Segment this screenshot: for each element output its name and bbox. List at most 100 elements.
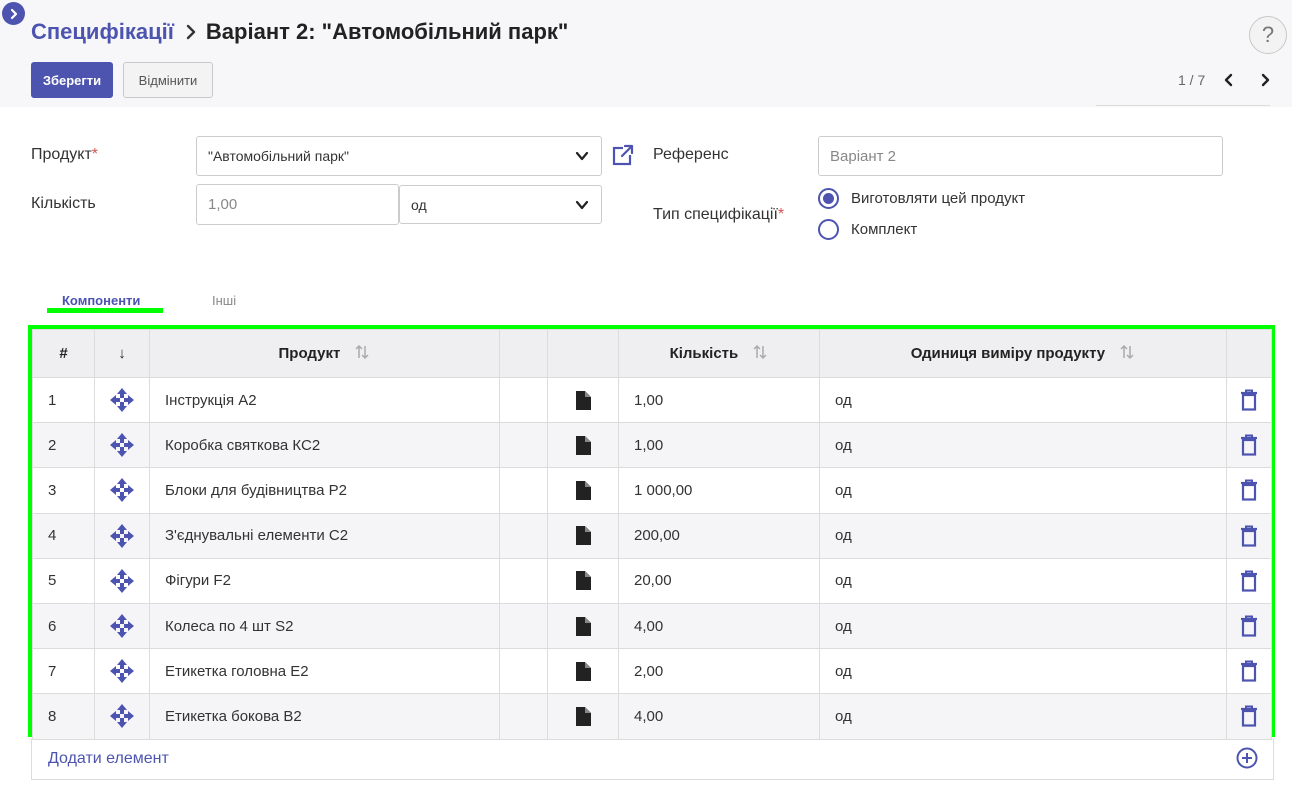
- document-icon[interactable]: [548, 649, 618, 693]
- save-button[interactable]: Зберегти: [31, 62, 113, 98]
- row-product[interactable]: Блоки для будівництва Р2: [149, 467, 500, 514]
- drag-handle-icon[interactable]: [95, 559, 149, 603]
- add-circle-icon[interactable]: [1236, 747, 1258, 769]
- row-product[interactable]: Інструкція А2: [149, 376, 500, 424]
- row-delete-cell[interactable]: [1226, 422, 1272, 469]
- drag-handle-icon[interactable]: [95, 378, 149, 422]
- trash-icon[interactable]: [1227, 604, 1271, 648]
- bom-type-radio-kit[interactable]: Комплект: [818, 219, 917, 240]
- row-uom[interactable]: од: [819, 693, 1227, 740]
- row-uom[interactable]: од: [819, 376, 1227, 424]
- drag-handle-icon[interactable]: [95, 649, 149, 693]
- pager-previous-button[interactable]: [1219, 70, 1239, 90]
- trash-icon[interactable]: [1227, 468, 1271, 512]
- product-select[interactable]: "Автомобільний парк": [196, 136, 602, 176]
- row-product[interactable]: Етикетка бокова В2: [149, 693, 500, 740]
- row-product[interactable]: Етикетка головна Е2: [149, 648, 500, 695]
- row-delete-cell[interactable]: [1226, 512, 1272, 559]
- row-drag-cell[interactable]: [94, 467, 150, 514]
- row-quantity[interactable]: 1 000,00: [618, 467, 820, 514]
- row-quantity[interactable]: 1,00: [618, 422, 820, 469]
- tab-components[interactable]: Компоненти: [62, 293, 140, 308]
- row-product[interactable]: Коробка святкова КС2: [149, 422, 500, 469]
- row-quantity[interactable]: 4,00: [618, 693, 820, 740]
- document-icon[interactable]: [548, 468, 618, 512]
- breadcrumb-parent-link[interactable]: Специфікації: [31, 19, 174, 45]
- row-drag-cell[interactable]: [94, 648, 150, 695]
- tab-other[interactable]: Інші: [212, 293, 236, 308]
- pager-next-button[interactable]: [1255, 70, 1275, 90]
- uom-select[interactable]: од: [399, 185, 602, 224]
- row-delete-cell[interactable]: [1226, 467, 1272, 514]
- trash-icon[interactable]: [1227, 694, 1271, 738]
- help-button[interactable]: ?: [1249, 16, 1287, 54]
- drag-handle-icon[interactable]: [95, 514, 149, 558]
- reference-input[interactable]: Варіант 2: [818, 136, 1223, 176]
- row-attachment-cell[interactable]: [547, 602, 619, 650]
- document-icon[interactable]: [548, 559, 618, 603]
- row-quantity[interactable]: 4,00: [618, 602, 820, 650]
- row-uom[interactable]: од: [819, 512, 1227, 559]
- drag-handle-icon[interactable]: [95, 604, 149, 648]
- sidebar-toggle-button[interactable]: [2, 2, 25, 25]
- drag-handle-icon[interactable]: [95, 423, 149, 467]
- row-delete-cell[interactable]: [1226, 693, 1272, 740]
- column-header-product[interactable]: Продукт: [149, 329, 500, 378]
- quantity-input[interactable]: 1,00: [196, 184, 399, 225]
- row-quantity[interactable]: 1,00: [618, 376, 820, 424]
- row-attachment-cell[interactable]: [547, 512, 619, 559]
- trash-icon[interactable]: [1227, 378, 1271, 422]
- document-icon[interactable]: [548, 378, 618, 422]
- column-header-uom[interactable]: Одиниця виміру продукту: [819, 329, 1227, 378]
- table-row[interactable]: 1 Інструкція А2 1,00 од: [32, 376, 1272, 424]
- trash-icon[interactable]: [1227, 514, 1271, 558]
- row-delete-cell[interactable]: [1226, 557, 1272, 604]
- row-drag-cell[interactable]: [94, 693, 150, 740]
- row-drag-cell[interactable]: [94, 602, 150, 650]
- row-attachment-cell[interactable]: [547, 557, 619, 604]
- row-delete-cell[interactable]: [1226, 376, 1272, 424]
- external-link-icon[interactable]: [612, 144, 634, 166]
- table-row[interactable]: 4 З'єднувальні елементи С2 200,00 од: [32, 512, 1272, 559]
- row-delete-cell[interactable]: [1226, 602, 1272, 650]
- row-delete-cell[interactable]: [1226, 648, 1272, 695]
- document-icon[interactable]: [548, 694, 618, 738]
- row-quantity[interactable]: 2,00: [618, 648, 820, 695]
- row-uom[interactable]: од: [819, 557, 1227, 604]
- row-quantity[interactable]: 200,00: [618, 512, 820, 559]
- column-header-quantity[interactable]: Кількість: [618, 329, 820, 378]
- table-row[interactable]: 2 Коробка святкова КС2 1,00 од: [32, 422, 1272, 469]
- bom-type-radio-manufacture[interactable]: Виготовляти цей продукт: [818, 188, 1025, 209]
- row-drag-cell[interactable]: [94, 422, 150, 469]
- row-attachment-cell[interactable]: [547, 467, 619, 514]
- drag-handle-icon[interactable]: [95, 694, 149, 738]
- add-element-link[interactable]: Додати елемент: [48, 750, 169, 768]
- row-attachment-cell[interactable]: [547, 422, 619, 469]
- row-product[interactable]: Колеса по 4 шт S2: [149, 602, 500, 650]
- trash-icon[interactable]: [1227, 649, 1271, 693]
- row-product[interactable]: З'єднувальні елементи С2: [149, 512, 500, 559]
- row-attachment-cell[interactable]: [547, 376, 619, 424]
- table-row[interactable]: 6 Колеса по 4 шт S2 4,00 од: [32, 602, 1272, 650]
- row-uom[interactable]: од: [819, 602, 1227, 650]
- table-row[interactable]: 5 Фігури F2 20,00 од: [32, 557, 1272, 604]
- drag-handle-icon[interactable]: [95, 468, 149, 512]
- trash-icon[interactable]: [1227, 423, 1271, 467]
- row-attachment-cell[interactable]: [547, 693, 619, 740]
- table-row[interactable]: 8 Етикетка бокова В2 4,00 од: [32, 693, 1272, 740]
- cancel-button[interactable]: Відмінити: [123, 62, 213, 98]
- row-product[interactable]: Фігури F2: [149, 557, 500, 604]
- row-drag-cell[interactable]: [94, 557, 150, 604]
- row-drag-cell[interactable]: [94, 376, 150, 424]
- document-icon[interactable]: [548, 514, 618, 558]
- row-uom[interactable]: од: [819, 422, 1227, 469]
- column-header-sequence[interactable]: ↓: [94, 329, 150, 378]
- table-row[interactable]: 7 Етикетка головна Е2 2,00 од: [32, 648, 1272, 695]
- row-uom[interactable]: од: [819, 467, 1227, 514]
- document-icon[interactable]: [548, 423, 618, 467]
- row-uom[interactable]: од: [819, 648, 1227, 695]
- row-quantity[interactable]: 20,00: [618, 557, 820, 604]
- table-row[interactable]: 3 Блоки для будівництва Р2 1 000,00 од: [32, 467, 1272, 514]
- row-attachment-cell[interactable]: [547, 648, 619, 695]
- trash-icon[interactable]: [1227, 559, 1271, 603]
